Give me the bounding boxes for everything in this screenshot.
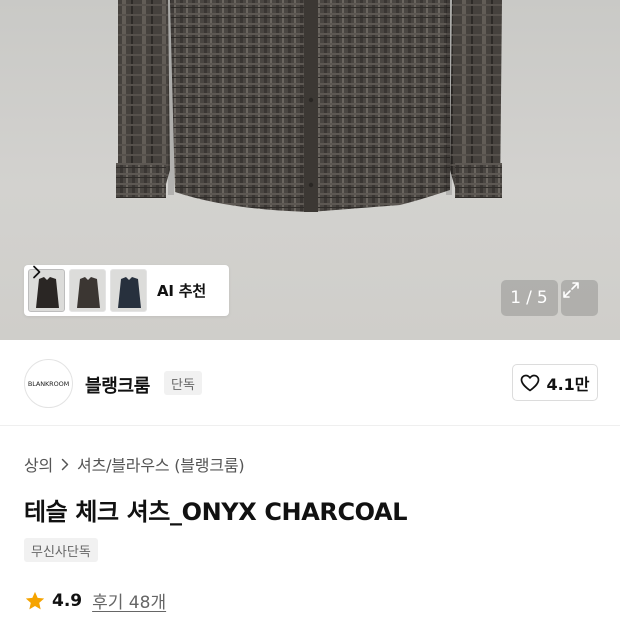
chevron-right-icon — [33, 265, 41, 279]
expand-icon — [563, 282, 579, 298]
product-title: 테슬 체크 셔츠_ONYX CHARCOAL — [24, 498, 408, 526]
pager-total: 5 — [536, 288, 549, 308]
image-pager: 1 / 5 — [501, 280, 558, 316]
rating-row: 4.9 후기 48개 — [24, 588, 166, 613]
brand-name[interactable]: 블랭크룸 — [85, 372, 150, 398]
brand-logo[interactable]: BLANKROOM — [24, 359, 73, 408]
breadcrumb-category[interactable]: 상의 — [24, 452, 53, 476]
brand-row: BLANKROOM 블랭크룸 단독 4.1만 — [0, 340, 620, 426]
like-button[interactable]: 4.1만 — [512, 364, 598, 401]
ai-recommend-label: AI 추천 — [157, 282, 207, 300]
product-image[interactable]: AI 추천 1 / 5 — [0, 0, 620, 340]
rating-value: 4.9 — [52, 590, 83, 611]
thumbnail-3[interactable] — [110, 269, 147, 312]
breadcrumb-subcategory[interactable]: 셔츠/블라우스 (블랭크룸) — [77, 452, 245, 476]
expand-button[interactable] — [561, 280, 598, 316]
brand-logo-text: BLANKROOM — [27, 379, 70, 388]
chevron-right-icon — [61, 458, 69, 471]
review-count-link[interactable]: 후기 48개 — [92, 588, 166, 613]
star-icon — [25, 591, 45, 609]
pager-separator: / — [526, 288, 533, 308]
heart-icon — [521, 374, 540, 391]
brand-exclusive-badge: 단독 — [164, 371, 202, 395]
pager-current: 1 — [510, 288, 523, 308]
thumbnail-2[interactable] — [69, 269, 106, 312]
thumbnail-strip: AI 추천 — [24, 265, 229, 316]
ai-recommend-button[interactable]: AI 추천 — [33, 265, 207, 301]
breadcrumb: 상의 셔츠/블라우스 (블랭크룸) — [24, 452, 245, 476]
like-count: 4.1만 — [546, 374, 590, 394]
exclusive-tag: 무신사단독 — [24, 538, 98, 562]
